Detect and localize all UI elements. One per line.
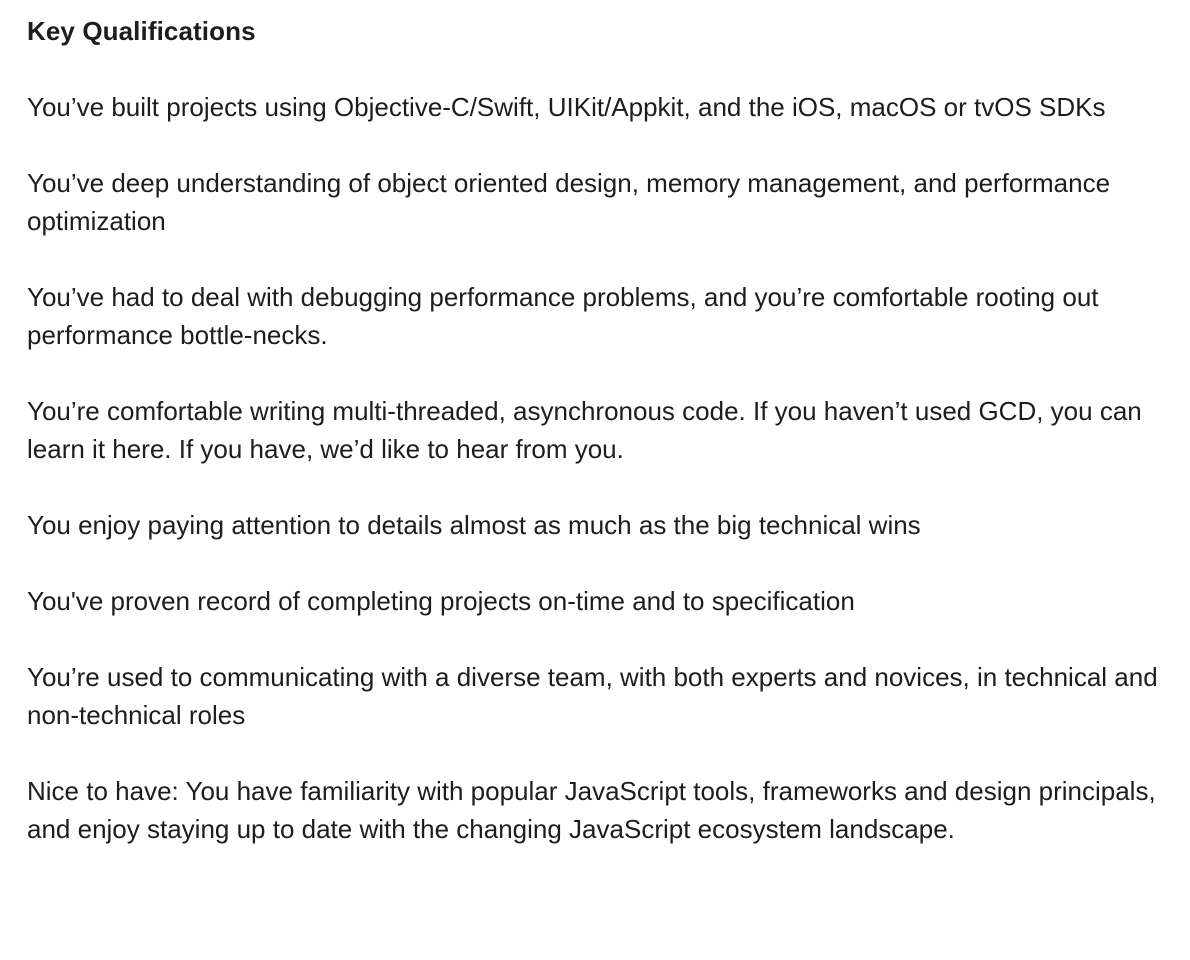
qualification-paragraph: You’ve built projects using Objective-C/… <box>27 92 1106 122</box>
qualification-paragraph: You’ve had to deal with debugging perfor… <box>27 282 1099 350</box>
qualification-paragraph: Nice to have: You have familiarity with … <box>27 776 1156 844</box>
section-heading: Key Qualifications <box>27 16 256 46</box>
qualification-paragraph: You enjoy paying attention to details al… <box>27 510 921 540</box>
qualification-paragraph: You’re comfortable writing multi-threade… <box>27 396 1142 464</box>
qualification-paragraph: You’re used to communicating with a dive… <box>27 662 1158 730</box>
qualification-paragraph: You’ve deep understanding of object orie… <box>27 168 1111 236</box>
qualifications-document: Key Qualifications You’ve built projects… <box>0 0 1190 960</box>
qualification-paragraph: You've proven record of completing proje… <box>27 586 855 616</box>
